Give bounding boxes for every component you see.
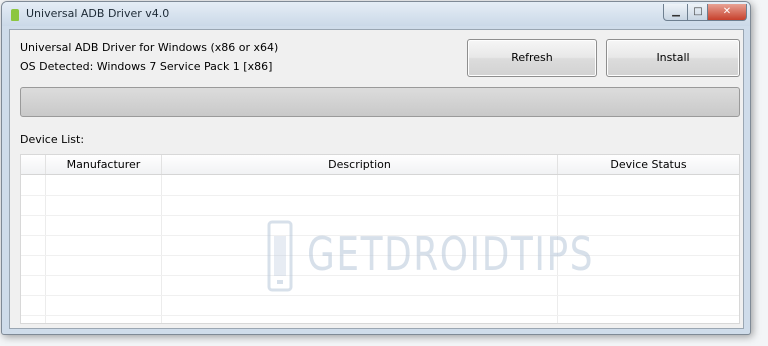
app-icon xyxy=(11,9,19,21)
minimize-button[interactable]: ▁ xyxy=(663,4,689,21)
window-title: Universal ADB Driver v4.0 xyxy=(26,7,170,20)
close-icon: ✕ xyxy=(722,6,732,17)
grid-line xyxy=(21,195,739,196)
maximize-icon: □ xyxy=(693,6,703,17)
close-button[interactable]: ✕ xyxy=(707,4,747,21)
device-list-label: Device List: xyxy=(20,133,85,146)
grid-line xyxy=(161,175,162,323)
minimize-icon: ▁ xyxy=(672,6,680,17)
column-header-index[interactable] xyxy=(21,155,46,174)
column-header-device-status[interactable]: Device Status xyxy=(558,155,739,174)
watermark-logo-icon xyxy=(267,220,293,292)
grid-line xyxy=(21,315,739,316)
os-detected-text: OS Detected: Windows 7 Service Pack 1 [x… xyxy=(20,60,273,73)
driver-info-text: Universal ADB Driver for Windows (x86 or… xyxy=(20,41,279,54)
maximize-button[interactable]: □ xyxy=(687,4,709,21)
progress-bar xyxy=(20,87,740,117)
watermark-text: GETDROIDTIPS xyxy=(307,227,595,281)
app-window: Universal ADB Driver v4.0 ▁ □ ✕ Universa… xyxy=(1,1,751,335)
title-bar[interactable]: Universal ADB Driver v4.0 ▁ □ ✕ xyxy=(2,2,750,26)
watermark: GETDROIDTIPS xyxy=(262,216,592,296)
device-list-table[interactable]: Manufacturer Description Device Status G… xyxy=(20,154,740,324)
client-area: Universal ADB Driver for Windows (x86 or… xyxy=(9,29,744,329)
column-header-manufacturer[interactable]: Manufacturer xyxy=(46,155,162,174)
column-header-description[interactable]: Description xyxy=(162,155,558,174)
install-button[interactable]: Install xyxy=(606,39,740,77)
refresh-button[interactable]: Refresh xyxy=(467,39,597,77)
table-header: Manufacturer Description Device Status xyxy=(21,155,739,175)
grid-line xyxy=(45,175,46,323)
